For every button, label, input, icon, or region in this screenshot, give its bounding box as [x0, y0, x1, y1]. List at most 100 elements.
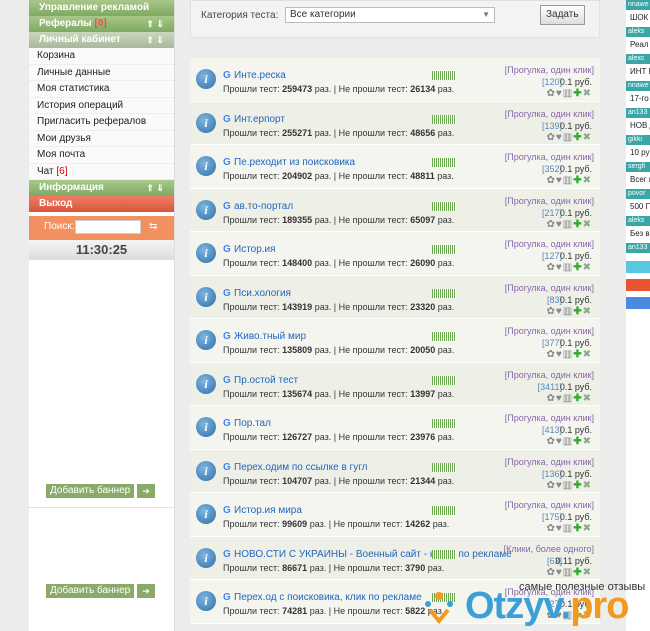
plus-icon[interactable]: ✚	[573, 480, 582, 491]
gear-icon[interactable]: ✿	[546, 262, 555, 273]
close-icon[interactable]: ✖	[583, 175, 592, 186]
heart-icon[interactable]: ♥	[556, 567, 563, 578]
chat-username[interactable]: an133	[626, 243, 650, 253]
heart-icon[interactable]: ♥	[556, 132, 563, 143]
sidebar-item-invite[interactable]: Пригласить рефералов	[29, 114, 174, 131]
gear-icon[interactable]: ✿	[546, 306, 555, 317]
sidebar-item-chat[interactable]: Чат [6]	[29, 163, 174, 180]
info-icon[interactable]: i	[196, 547, 216, 568]
sidebar-item-friends[interactable]: Мои друзья	[29, 130, 174, 147]
close-icon[interactable]: ✖	[583, 436, 592, 447]
close-icon[interactable]: ✖	[583, 349, 592, 360]
heart-icon[interactable]: ♥	[556, 306, 563, 317]
plus-icon[interactable]: ✚	[573, 262, 582, 273]
info-icon[interactable]: i	[196, 417, 216, 437]
test-link[interactable]: Живо.тный мир	[234, 331, 306, 342]
heart-icon[interactable]: ♥	[556, 175, 563, 186]
category-select[interactable]: Все категории ▼	[285, 7, 495, 23]
heart-icon[interactable]: ♥	[556, 523, 563, 534]
add-banner-button[interactable]: Добавить баннер	[46, 484, 135, 498]
plus-icon[interactable]: ✚	[573, 393, 582, 404]
gear-icon[interactable]: ✿	[546, 523, 555, 534]
info-icon[interactable]: i	[196, 156, 216, 176]
heart-icon[interactable]: ♥	[556, 349, 563, 360]
search-input[interactable]	[75, 220, 141, 234]
gear-icon[interactable]: ✿	[546, 567, 555, 578]
info-icon[interactable]: i	[196, 373, 216, 394]
close-icon[interactable]: ✖	[583, 306, 592, 317]
plus-icon[interactable]: ✚	[573, 175, 582, 186]
info-icon[interactable]: i	[196, 69, 216, 89]
trash-icon[interactable]: ▥	[563, 219, 573, 230]
plus-icon[interactable]: ✚	[573, 567, 582, 578]
chat-username[interactable]: nnawe	[626, 0, 650, 10]
info-icon[interactable]: i	[196, 286, 216, 307]
close-icon[interactable]: ✖	[583, 132, 592, 143]
test-link[interactable]: Перех.од с поисковика, клик по рекламе	[234, 592, 422, 603]
gear-icon[interactable]: ✿	[546, 219, 555, 230]
trash-icon[interactable]: ▥	[563, 523, 573, 534]
expand-collapse-icon[interactable]: ⇑ ⇓	[146, 16, 164, 32]
plus-icon[interactable]: ✚	[573, 436, 582, 447]
sidebar-item-cart[interactable]: Корзина	[29, 48, 174, 65]
expand-collapse-icon[interactable]: ⇑ ⇓	[146, 32, 164, 48]
test-link[interactable]: Пе.реходит из поисковика	[234, 157, 355, 168]
expand-collapse-icon[interactable]: ⇑ ⇓	[146, 180, 164, 196]
trash-icon[interactable]: ▥	[563, 393, 573, 404]
gear-icon[interactable]: ✿	[546, 393, 555, 404]
heart-icon[interactable]: ♥	[556, 88, 563, 99]
info-icon[interactable]: i	[196, 460, 216, 481]
gear-icon[interactable]: ✿	[546, 88, 555, 99]
test-link[interactable]: ав.то-портал	[234, 201, 293, 212]
sidebar-item-my-stats[interactable]: Моя статистика	[29, 81, 174, 98]
test-link[interactable]: НОВО.СТИ С УКРАИНЫ - Военный сайт - клик…	[234, 549, 512, 560]
plus-icon[interactable]: ✚	[573, 349, 582, 360]
close-icon[interactable]: ✖	[583, 567, 592, 578]
close-icon[interactable]: ✖	[583, 88, 592, 99]
test-link[interactable]: Перех.одим по ссылке в гугл	[234, 462, 367, 473]
gear-icon[interactable]: ✿	[546, 349, 555, 360]
test-link[interactable]: Инте.реска	[234, 70, 286, 81]
plus-icon[interactable]: ✚	[573, 219, 582, 230]
close-icon[interactable]: ✖	[583, 219, 592, 230]
test-link[interactable]: Истор.ия мира	[234, 505, 302, 516]
trash-icon[interactable]: ▥	[563, 349, 573, 360]
info-icon[interactable]: i	[196, 504, 216, 524]
menu-ads-management[interactable]: Управление рекламой	[29, 0, 174, 16]
trash-icon[interactable]: ▥	[563, 436, 573, 447]
arrow-right-icon[interactable]: ➔	[137, 584, 155, 598]
test-link[interactable]: Истор.ия	[234, 244, 276, 255]
plus-icon[interactable]: ✚	[573, 132, 582, 143]
menu-referrals[interactable]: Рефералы [0] ⇑ ⇓	[29, 16, 174, 32]
logout-button[interactable]: Выход	[29, 196, 174, 212]
trash-icon[interactable]: ▥	[563, 480, 573, 491]
add-banner-button[interactable]: Добавить баннер	[46, 584, 135, 598]
sidebar-item-mail[interactable]: Моя почта	[29, 147, 174, 164]
heart-icon[interactable]: ♥	[556, 219, 563, 230]
chat-action-button[interactable]	[626, 297, 650, 309]
test-link[interactable]: Пр.остой тест	[234, 375, 298, 386]
info-icon[interactable]: i	[196, 243, 216, 263]
gear-icon[interactable]: ✿	[546, 436, 555, 447]
gear-icon[interactable]: ✿	[546, 132, 555, 143]
test-link[interactable]: Пси.хология	[234, 288, 291, 299]
heart-icon[interactable]: ♥	[556, 436, 563, 447]
close-icon[interactable]: ✖	[583, 523, 592, 534]
plus-icon[interactable]: ✚	[573, 306, 582, 317]
sidebar-item-history[interactable]: История операций	[29, 97, 174, 114]
gear-icon[interactable]: ✿	[546, 175, 555, 186]
chat-username[interactable]: aleks	[626, 27, 650, 37]
menu-information[interactable]: Информация ⇑ ⇓	[29, 180, 174, 196]
chat-username[interactable]: povor	[626, 189, 650, 199]
plus-icon[interactable]: ✚	[573, 523, 582, 534]
chat-username[interactable]: gikki	[626, 135, 650, 145]
heart-icon[interactable]: ♥	[556, 262, 563, 273]
trash-icon[interactable]: ▥	[563, 132, 573, 143]
close-icon[interactable]: ✖	[583, 480, 592, 491]
heart-icon[interactable]: ♥	[556, 480, 563, 491]
heart-icon[interactable]: ♥	[556, 393, 563, 404]
arrow-right-icon[interactable]: ➔	[137, 484, 155, 498]
trash-icon[interactable]: ▥	[563, 88, 573, 99]
close-icon[interactable]: ✖	[583, 262, 592, 273]
info-icon[interactable]: i	[196, 330, 216, 350]
